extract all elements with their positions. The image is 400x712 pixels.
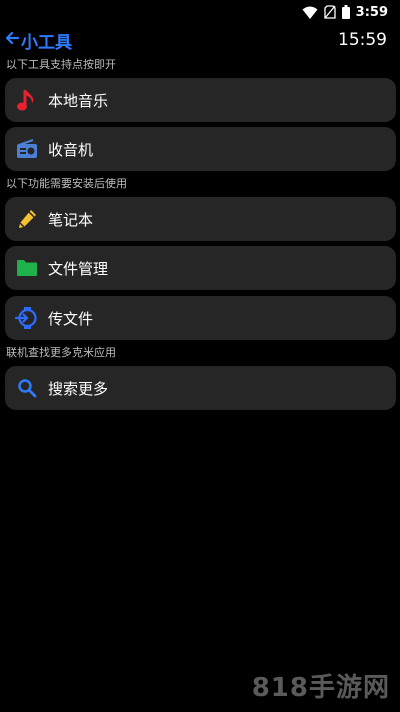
music-note-icon: [14, 87, 40, 113]
notebook-item[interactable]: 笔记本: [5, 197, 396, 241]
section-label-find-more: 联机查找更多克米应用: [6, 346, 116, 359]
status-time: 3:59: [355, 4, 388, 20]
file-manager-label: 文件管理: [48, 259, 109, 278]
transfer-files-item[interactable]: 传文件: [5, 296, 396, 340]
wifi-icon: [302, 6, 318, 19]
search-icon: [14, 375, 40, 401]
local-music-label: 本地音乐: [48, 91, 109, 110]
file-manager-item[interactable]: 文件管理: [5, 246, 396, 290]
radio-icon: [14, 136, 40, 162]
no-sim-icon: [324, 5, 336, 19]
pencil-icon: [14, 206, 40, 232]
radio-label: 收音机: [48, 140, 94, 159]
app-header: 小工具 15:59: [0, 26, 400, 54]
back-button[interactable]: 小工具: [5, 29, 72, 53]
folder-icon: [14, 255, 40, 281]
battery-icon: [341, 5, 350, 19]
watermark: 818手游网: [251, 673, 390, 703]
radio-item[interactable]: 收音机: [5, 127, 396, 171]
status-bar: 3:59: [0, 0, 400, 24]
search-more-item[interactable]: 搜索更多: [5, 366, 396, 410]
section-label-install-required: 以下功能需要安装后使用: [6, 177, 127, 190]
notebook-label: 笔记本: [48, 210, 94, 229]
transfer-files-label: 传文件: [48, 309, 94, 328]
search-more-label: 搜索更多: [48, 379, 109, 398]
page-title: 小工具: [21, 32, 72, 53]
watch-transfer-icon: [14, 305, 40, 331]
header-clock: 15:59: [338, 30, 387, 50]
section-label-quick-tools: 以下工具支持点按即开: [6, 58, 116, 71]
arrow-left-icon: [5, 30, 20, 50]
local-music-item[interactable]: 本地音乐: [5, 78, 396, 122]
